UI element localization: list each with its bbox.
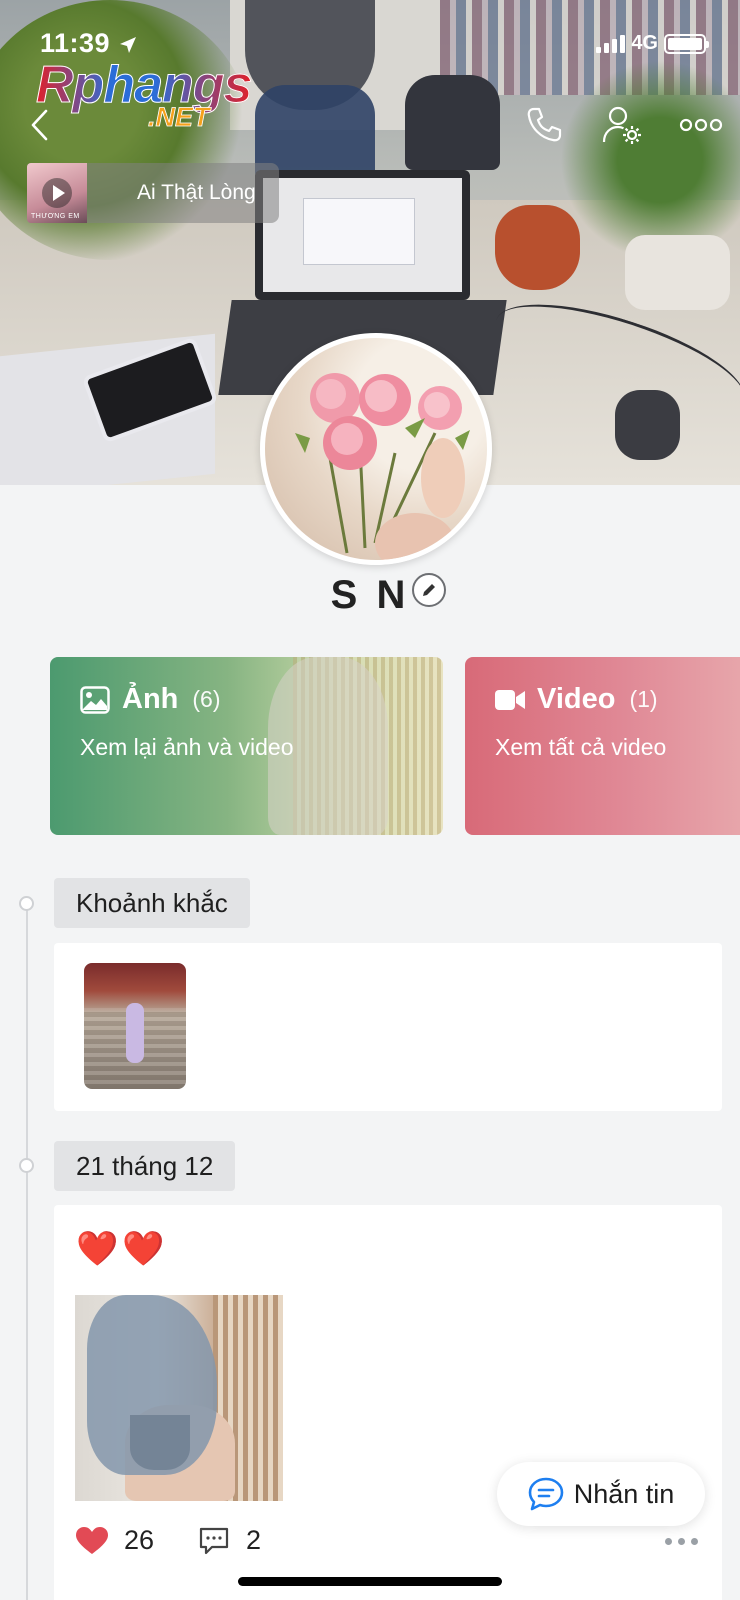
cover-pot-2 [625, 235, 730, 310]
profile-name: S N [330, 573, 410, 617]
photos-card-header: Ảnh (6) [80, 683, 413, 716]
profile-avatar[interactable] [260, 333, 492, 565]
signal-icon [596, 34, 626, 53]
post-stats: 26 2 [76, 1525, 261, 1556]
heart-icon[interactable] [76, 1526, 108, 1555]
status-time-text: 11:39 [40, 28, 111, 58]
profile-settings-button[interactable] [598, 101, 646, 149]
timeline-dot-moments [19, 896, 34, 911]
battery-icon [664, 33, 709, 54]
moments-panel [54, 943, 722, 1111]
more-options-button[interactable] [677, 101, 725, 149]
cover-pot [495, 205, 580, 290]
photos-card-label: Ảnh [122, 683, 179, 715]
video-camera-icon [495, 689, 525, 710]
status-indicators: 4G [596, 32, 709, 55]
videos-card-subtitle: Xem tất cả video [495, 734, 667, 760]
like-count: 26 [124, 1525, 155, 1555]
photos-card[interactable]: Ảnh (6) Xem lại ảnh và video [50, 657, 443, 835]
videos-card-count: (1) [629, 686, 658, 712]
videos-card-label: Video [537, 683, 616, 715]
post-date-tag: 21 tháng 12 [54, 1141, 236, 1191]
moments-tag: Khoảnh khắc [54, 878, 250, 928]
photos-card-count: (6) [192, 686, 221, 712]
network-label: 4G [631, 32, 658, 54]
post-image[interactable] [75, 1295, 283, 1501]
peony-bouquet-image [295, 373, 470, 560]
call-button[interactable] [520, 101, 568, 149]
cover-laptop-screen [255, 170, 470, 300]
home-indicator [238, 1577, 502, 1586]
user-settings-icon [602, 106, 641, 144]
videos-card[interactable]: Video (1) Xem tất cả video [465, 657, 740, 835]
play-icon[interactable] [42, 178, 72, 208]
message-button[interactable]: Nhắn tin [497, 1462, 705, 1526]
post-more-options-icon[interactable] [665, 1538, 698, 1545]
back-button[interactable] [16, 101, 64, 149]
cover-chair-2 [405, 75, 500, 170]
watermark-suffix: .NET [148, 102, 210, 133]
moment-person-image [126, 1003, 144, 1063]
post-image-jacket [87, 1295, 217, 1475]
music-title: Ai Thật Lòng [137, 181, 256, 204]
profile-name-row: S N [0, 573, 740, 618]
post-caption: ❤️❤️ [76, 1230, 169, 1268]
watermark-brand: Rphangs [35, 56, 252, 115]
pencil-icon [423, 584, 435, 596]
image-icon [80, 685, 110, 714]
comment-icon[interactable] [198, 1526, 230, 1556]
cover-mouse [615, 390, 680, 460]
location-arrow-icon [120, 36, 137, 53]
comment-count: 2 [246, 1525, 262, 1555]
phone-icon [527, 107, 562, 142]
timeline-dot-date [19, 1158, 34, 1173]
music-thumbnail-label: THƯƠNG EM [31, 213, 80, 220]
music-thumbnail: THƯƠNG EM [27, 163, 87, 223]
chevron-left-icon [31, 109, 48, 141]
timeline-line [26, 903, 28, 1600]
chat-bubble-icon [528, 1477, 564, 1511]
message-button-label: Nhắn tin [573, 1478, 675, 1509]
edit-name-button[interactable] [412, 573, 446, 607]
videos-card-header: Video (1) [495, 683, 725, 716]
more-horizontal-icon [679, 118, 723, 132]
photos-card-subtitle: Xem lại ảnh và video [80, 734, 294, 760]
profile-music-player[interactable]: THƯƠNG EM Ai Thật Lòng [27, 163, 279, 223]
post-panel: ❤️❤️ 26 2 [54, 1205, 722, 1600]
watermark-logo: Rphangs .NET [35, 55, 266, 140]
moment-thumbnail[interactable] [84, 963, 186, 1089]
